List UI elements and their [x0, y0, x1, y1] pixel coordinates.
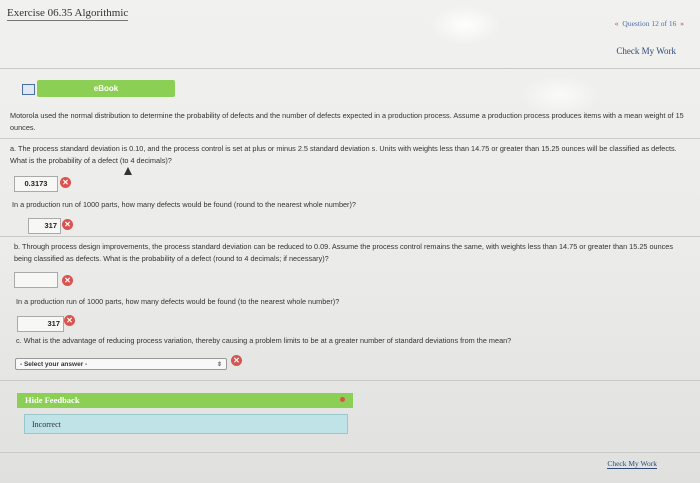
status-dot-icon	[340, 397, 345, 402]
part-c-answer-select[interactable]: - Select your answer - ⇕	[15, 358, 227, 370]
book-icon[interactable]	[22, 84, 35, 95]
part-a-probability-input[interactable]: 0.3173	[14, 176, 58, 192]
hide-feedback-button[interactable]: Hide Feedback	[17, 393, 353, 408]
problem-intro: Motorola used the normal distribution to…	[10, 111, 684, 132]
ebook-button[interactable]: eBook	[37, 80, 175, 97]
up-down-arrows-icon: ⇕	[216, 362, 222, 368]
select-value: - Select your answer -	[20, 361, 88, 368]
divider	[0, 138, 700, 139]
divider	[0, 380, 700, 381]
check-my-work-button[interactable]: Check My Work	[616, 46, 676, 56]
part-a-question: a. The process standard deviation is 0.1…	[10, 144, 677, 165]
screen-glare	[520, 75, 600, 115]
feedback-message: Incorrect	[24, 414, 348, 434]
next-question-button[interactable]: »	[680, 19, 684, 28]
page: Exercise 06.35 Algorithmic « Question 12…	[0, 0, 700, 483]
hide-feedback-label: Hide Feedback	[25, 395, 80, 405]
part-b-question: b. Through process design improvements, …	[14, 242, 673, 263]
x-circle-icon: ✕	[64, 315, 75, 326]
x-circle-icon: ✕	[62, 219, 73, 230]
part-b-defects-input[interactable]: 317	[17, 316, 64, 332]
divider	[0, 68, 700, 69]
part-a-defects-question: In a production run of 1000 parts, how m…	[12, 200, 356, 209]
divider	[0, 236, 700, 237]
x-circle-icon: ✕	[60, 177, 71, 188]
part-c-question: c. What is the advantage of reducing pro…	[16, 336, 512, 345]
divider	[0, 452, 700, 453]
x-circle-icon: ✕	[231, 355, 242, 366]
part-a-defects-input[interactable]: 317	[28, 218, 61, 234]
check-my-work-button-bottom[interactable]: Check My Work	[607, 459, 657, 469]
screen-glare	[430, 5, 500, 45]
exercise-title: Exercise 06.35 Algorithmic	[7, 7, 129, 21]
mouse-cursor-icon	[124, 167, 132, 175]
question-navigation: « Question 12 of 16 »	[615, 19, 684, 28]
question-counter: Question 12 of 16	[622, 19, 677, 28]
x-circle-icon: ✕	[62, 275, 73, 286]
prev-question-button[interactable]: «	[615, 19, 619, 28]
part-b-probability-input[interactable]	[14, 272, 58, 288]
part-b-defects-question: In a production run of 1000 parts, how m…	[16, 297, 340, 306]
